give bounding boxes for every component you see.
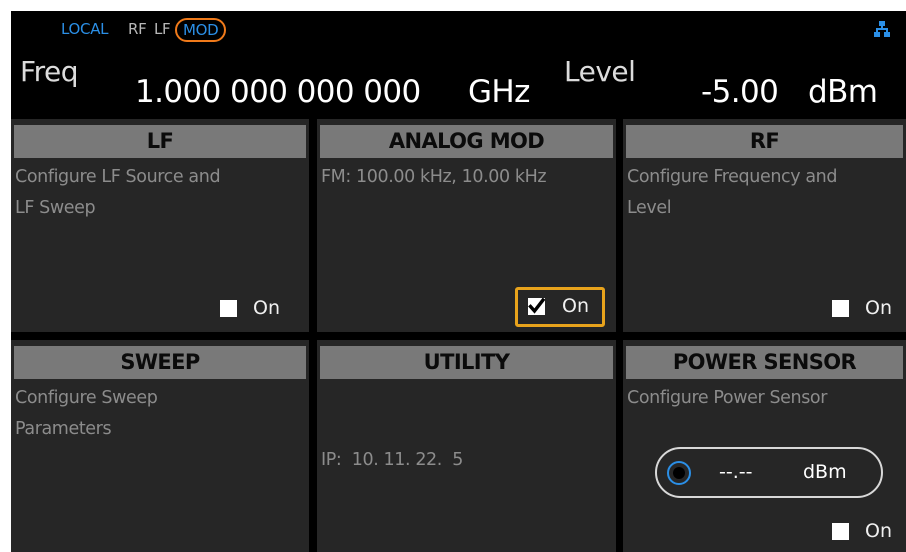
status-bar: LOCAL RF LF MOD	[11, 11, 906, 42]
power-sensor-on-label: On	[865, 520, 892, 542]
tile-rf-title: RF	[626, 125, 903, 158]
tile-lf-title: LF	[14, 125, 306, 158]
power-reading-unit: dBm	[803, 461, 847, 483]
tile-sweep[interactable]: SWEEP Configure Sweep Parameters	[11, 340, 309, 552]
lf-on-checkbox[interactable]	[220, 300, 237, 317]
tile-sweep-title: SWEEP	[14, 346, 306, 379]
tile-power-sensor-title: POWER SENSOR	[626, 346, 903, 379]
tile-analog-mod-desc-line1: FM: 100.00 kHz, 10.00 kHz	[321, 167, 547, 187]
tile-sweep-description: Configure Sweep Parameters	[15, 383, 305, 445]
tile-lf-desc-line1: Configure LF Source and	[15, 167, 221, 187]
tile-utility-ip: IP: 10. 11. 22. 5	[321, 450, 464, 470]
analog-mod-on-label: On	[562, 295, 589, 317]
level-label: Level	[564, 55, 636, 88]
power-reading-radio[interactable]	[667, 461, 691, 485]
tile-utility-description: IP: 10. 11. 22. 5	[321, 383, 612, 538]
level-value[interactable]: -5.00	[701, 74, 779, 110]
tile-utility-title: UTILITY	[320, 346, 613, 379]
tile-analog-mod-title: ANALOG MOD	[320, 125, 613, 158]
status-mod: MOD	[175, 18, 227, 42]
level-unit: dBm	[808, 74, 878, 110]
tile-rf[interactable]: RF Configure Frequency and Level On	[623, 119, 906, 332]
tile-rf-desc-line1: Configure Frequency and	[627, 167, 838, 187]
freq-value[interactable]: 1.000 000 000 000	[135, 74, 421, 110]
lf-on-label: On	[253, 297, 280, 319]
rf-on-checkbox[interactable]	[832, 300, 849, 317]
tile-sweep-desc-line2: Parameters	[15, 419, 112, 439]
power-reading-value: --.--	[719, 461, 753, 483]
tile-lf-desc-line2: LF Sweep	[15, 198, 96, 218]
freq-unit: GHz	[468, 74, 530, 110]
status-lf: LF	[154, 20, 171, 38]
instrument-screen: LOCAL RF LF MOD Freq 1.000 000 000 000 G…	[11, 11, 906, 552]
tile-utility[interactable]: UTILITY IP: 10. 11. 22. 5	[317, 340, 616, 552]
tile-power-sensor-description: Configure Power Sensor	[627, 383, 902, 414]
analog-mod-on-checkbox[interactable]	[528, 298, 545, 315]
tile-analog-mod[interactable]: ANALOG MOD FM: 100.00 kHz, 10.00 kHz On	[317, 119, 616, 332]
tile-analog-mod-on-toggle[interactable]: On	[515, 287, 605, 327]
power-sensor-on-checkbox[interactable]	[832, 523, 849, 540]
status-local[interactable]: LOCAL	[61, 20, 109, 38]
freq-label: Freq	[20, 55, 78, 88]
tile-sweep-desc-line1: Configure Sweep	[15, 388, 158, 408]
tile-power-sensor[interactable]: POWER SENSOR Configure Power Sensor --.-…	[623, 340, 906, 552]
status-rf: RF	[128, 20, 147, 38]
tile-analog-mod-description: FM: 100.00 kHz, 10.00 kHz	[321, 162, 612, 193]
tile-rf-on-toggle[interactable]: On	[832, 291, 904, 327]
tile-rf-desc-line2: Level	[627, 198, 672, 218]
tile-rf-description: Configure Frequency and Level	[627, 162, 902, 224]
tile-lf-on-toggle[interactable]: On	[220, 291, 305, 327]
tile-lf-description: Configure LF Source and LF Sweep	[15, 162, 305, 224]
rf-on-label: On	[865, 297, 892, 319]
tile-power-sensor-desc-line1: Configure Power Sensor	[627, 388, 828, 408]
checkmark-icon	[528, 298, 545, 314]
tile-power-sensor-on-toggle[interactable]: On	[832, 514, 904, 550]
radio-dot-icon	[673, 467, 685, 479]
network-icon	[874, 21, 890, 37]
power-reading-field[interactable]: --.-- dBm	[655, 447, 883, 498]
tile-lf[interactable]: LF Configure LF Source and LF Sweep On	[11, 119, 309, 332]
